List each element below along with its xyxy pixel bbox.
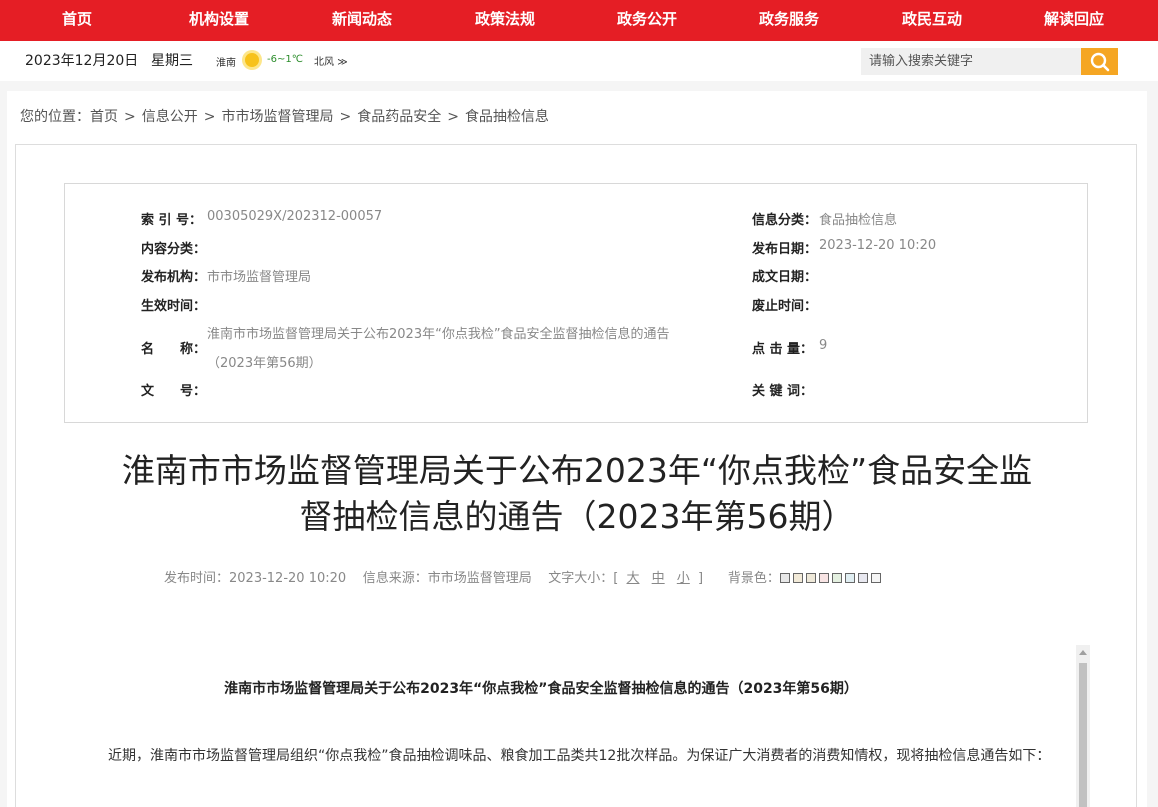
breadcrumb-prefix: 您的位置： xyxy=(20,109,90,125)
bg-color-swatch[interactable] xyxy=(857,573,868,583)
nav-item-organization[interactable]: 机构设置 xyxy=(189,0,249,38)
effective-label: 生效时间： xyxy=(141,299,207,314)
expire-label: 废止时间： xyxy=(752,299,818,314)
content-type-label: 内容分类： xyxy=(141,242,207,257)
category-value: 食品抽检信息 xyxy=(819,213,898,228)
top-nav: 首页 机构设置 新闻动态 政策法规 政务公开 政务服务 政民互动 解读回应 xyxy=(0,0,1158,41)
breadcrumb-item-food-inspection[interactable]: 食品抽检信息 xyxy=(465,109,549,125)
article-scrollbar[interactable] xyxy=(1076,645,1090,807)
current-weekday: 星期三 xyxy=(151,53,193,69)
search-button[interactable] xyxy=(1081,48,1118,75)
breadcrumb-separator: > xyxy=(339,109,352,125)
source-value: 市市场监督管理局 xyxy=(427,571,532,586)
index-label: 索 引 号： xyxy=(141,213,203,228)
bg-color-swatch[interactable] xyxy=(792,573,803,583)
bg-color-swatch[interactable] xyxy=(779,573,790,583)
bg-color-label: 背景色： xyxy=(727,571,780,586)
name-label: 名 称： xyxy=(141,342,207,357)
breadcrumb-item-home[interactable]: 首页 xyxy=(90,109,118,125)
current-date: 2023年12月20日 xyxy=(25,53,139,69)
font-size-medium-button[interactable]: 中 xyxy=(652,571,665,586)
org-label: 发布机构： xyxy=(141,270,207,285)
pub-time-label: 发布时间： xyxy=(164,571,230,586)
page-title: 淮南市市场监督管理局关于公布2023年“你点我检”食品安全监 督抽检信息的通告（… xyxy=(16,448,1138,540)
article-frame: 索 引 号： 00305029X/202312-00057 信息分类： 食品抽检… xyxy=(15,144,1137,807)
article-title: 淮南市市场监督管理局关于公布2023年“你点我检”食品安全监督抽检信息的通告（2… xyxy=(224,681,858,697)
nav-item-interpretation[interactable]: 解读回应 xyxy=(1044,0,1104,38)
font-size-small-button[interactable]: 小 xyxy=(677,571,690,586)
article-body: 淮南市市场监督管理局关于公布2023年“你点我检”食品安全监督抽检信息的通告（2… xyxy=(16,645,1076,807)
org-value: 市市场监督管理局 xyxy=(207,270,312,285)
bg-color-swatch[interactable] xyxy=(870,573,881,583)
nav-item-policies[interactable]: 政策法规 xyxy=(475,0,535,38)
name-value-line2: （2023年第56期） xyxy=(207,356,322,371)
pub-date-label: 发布日期： xyxy=(752,242,818,257)
main-content: 您的位置：首页 > 信息公开 > 市市场监督管理局 > 食品药品安全 > 食品抽检信息 索 引 … xyxy=(7,91,1147,807)
made-date-label: 成文日期： xyxy=(752,270,818,285)
font-size-end: ] xyxy=(697,571,704,586)
search-input[interactable] xyxy=(861,48,1083,75)
source-label: 信息来源： xyxy=(362,571,428,586)
breadcrumb-separator: > xyxy=(447,109,459,125)
clicks-value: 9 xyxy=(819,338,828,353)
publish-info-bar: 发布时间：2023-12-20 10:20 信息来源：市市场监督管理局 文字大小… xyxy=(164,567,884,586)
nav-item-news[interactable]: 新闻动态 xyxy=(332,0,392,38)
clicks-label: 点 击 量： xyxy=(752,342,814,357)
weather-city: 淮南 xyxy=(216,58,236,69)
search-icon xyxy=(1090,52,1110,72)
wind-direction: 北风 xyxy=(314,57,334,68)
info-bar: 2023年12月20日 星期三 淮南 -6~1℃ 北风 ≫ xyxy=(0,41,1158,81)
weather-wind: 北风 ≫ xyxy=(314,53,348,68)
name-value-line1: 淮南市市场监督管理局关于公布2023年“你点我检”食品安全监督抽检信息的通告 xyxy=(207,327,670,342)
metadata-table: 索 引 号： 00305029X/202312-00057 信息分类： 食品抽检… xyxy=(64,183,1088,423)
breadcrumb-separator: > xyxy=(203,109,216,125)
pub-date-value: 2023-12-20 10:20 xyxy=(819,238,937,253)
pub-time-value: 2023-12-20 10:20 xyxy=(229,571,347,586)
bg-color-swatch[interactable] xyxy=(831,573,842,583)
bg-color-swatch[interactable] xyxy=(805,573,816,583)
category-label: 信息分类： xyxy=(752,213,818,228)
page-title-line1: 淮南市市场监督管理局关于公布2023年“你点我检”食品安全监 xyxy=(121,451,1033,490)
nav-item-interaction[interactable]: 政民互动 xyxy=(902,0,962,38)
nav-item-services[interactable]: 政务服务 xyxy=(759,0,819,38)
scrollbar-thumb[interactable] xyxy=(1079,663,1087,807)
chevron-right-icon: ≫ xyxy=(337,57,348,68)
weather-temperature: -6~1℃ xyxy=(267,54,303,65)
bg-color-swatch[interactable] xyxy=(844,573,855,583)
breadcrumb-item-food-drug-safety[interactable]: 食品药品安全 xyxy=(357,109,441,125)
keywords-label: 关 键 词： xyxy=(752,384,814,399)
scroll-up-icon[interactable] xyxy=(1076,647,1090,659)
doc-no-label: 文 号： xyxy=(141,384,207,399)
nav-item-home[interactable]: 首页 xyxy=(62,0,92,38)
nav-item-gov-affairs[interactable]: 政务公开 xyxy=(617,0,677,38)
index-value: 00305029X/202312-00057 xyxy=(207,209,383,224)
page-title-line2: 督抽检信息的通告（2023年第56期） xyxy=(299,497,855,536)
sun-icon xyxy=(242,50,262,70)
breadcrumb-separator: > xyxy=(124,109,136,125)
breadcrumb-item-bureau[interactable]: 市市场监督管理局 xyxy=(221,109,333,125)
breadcrumb: 您的位置：首页 > 信息公开 > 市市场监督管理局 > 食品药品安全 > 食品抽检信息 xyxy=(20,106,549,126)
article-paragraph: 近期，淮南市市场监督管理局组织“你点我检”食品抽检调味品、粮食加工品类共12批次… xyxy=(108,748,1051,764)
font-size-large-button[interactable]: 大 xyxy=(626,571,639,586)
bg-color-swatches xyxy=(779,571,884,586)
font-size-label: 文字大小：[ xyxy=(548,571,619,586)
breadcrumb-item-info-public[interactable]: 信息公开 xyxy=(142,109,198,125)
bg-color-swatch[interactable] xyxy=(818,573,829,583)
